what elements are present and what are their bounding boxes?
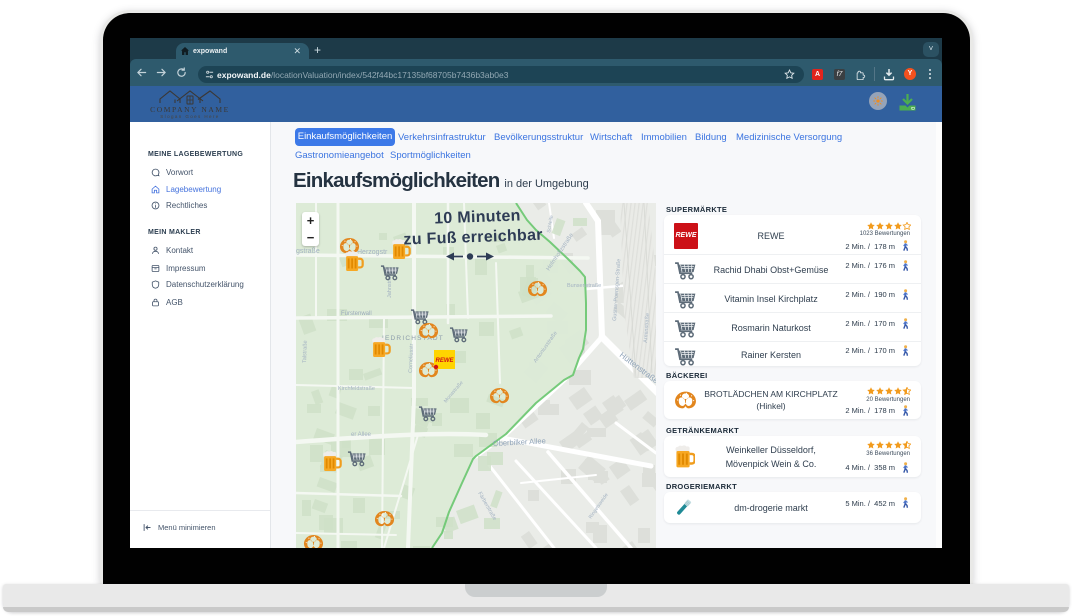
svg-text:Kirchfeldstraße: Kirchfeldstraße (338, 386, 375, 392)
svg-text:er Allee: er Allee (351, 432, 372, 438)
svg-text:10 Minuten: 10 Minuten (434, 207, 521, 227)
svg-text:Talstraße: Talstraße (302, 340, 309, 363)
svg-text:Fürstenwall: Fürstenwall (341, 311, 372, 317)
svg-text:Herzogstr: Herzogstr (357, 249, 388, 256)
svg-text:REWE: REWE (436, 358, 455, 364)
svg-text:Bunsenstraße: Bunsenstraße (567, 283, 601, 289)
svg-text:gstraße: gstraße (296, 248, 320, 255)
svg-text:Corneliusstr: Corneliusstr (408, 343, 415, 373)
